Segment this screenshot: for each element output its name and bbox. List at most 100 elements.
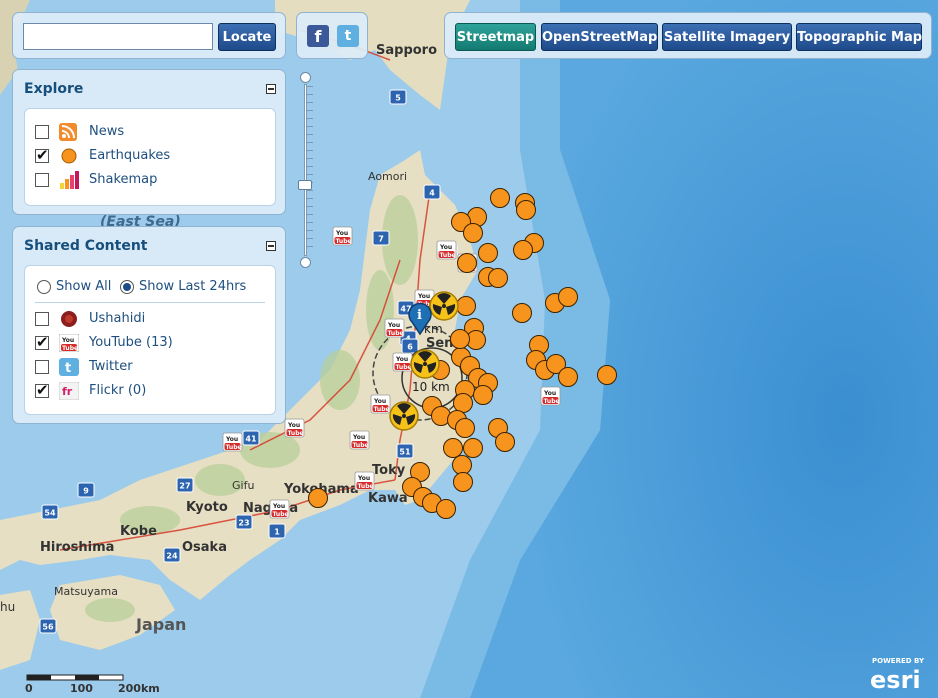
youtube-marker-icon[interactable]: YouTube: [284, 418, 305, 438]
youtube-marker-icon[interactable]: YouTube: [384, 318, 405, 338]
youtube-icon: YouTube: [59, 334, 79, 352]
flickr-checkbox[interactable]: [35, 381, 49, 399]
twitter-checkbox[interactable]: [35, 360, 49, 374]
earthquake-marker[interactable]: [488, 268, 508, 288]
svg-text:You: You: [373, 398, 386, 405]
svg-text:You: You: [225, 436, 238, 443]
earthquake-marker[interactable]: [463, 223, 483, 243]
earthquake-marker[interactable]: [452, 455, 472, 475]
earthquake-marker[interactable]: [558, 367, 578, 387]
earthquake-marker[interactable]: [473, 385, 493, 405]
earthquake-marker[interactable]: [478, 243, 498, 263]
explore-collapse-button[interactable]: [266, 84, 276, 94]
earthquake-marker[interactable]: [457, 253, 477, 273]
youtube-marker-icon[interactable]: YouTube: [392, 352, 413, 372]
earthquake-marker[interactable]: [558, 287, 578, 307]
svg-text:Tube: Tube: [336, 238, 352, 245]
flickr-label: Flickr (0): [89, 383, 147, 398]
explore-panel: Explore News Earthquakes Shakemap: [12, 69, 286, 215]
basemap-streetmap-button[interactable]: Streetmap: [455, 23, 536, 51]
nuclear-icon[interactable]: [410, 349, 440, 379]
svg-text:6: 6: [407, 343, 413, 352]
route-shield-icon: 27: [176, 477, 194, 493]
youtube-marker-icon[interactable]: YouTube: [370, 394, 391, 414]
youtube-marker-icon[interactable]: YouTube: [332, 226, 353, 246]
locate-button[interactable]: Locate: [218, 23, 276, 51]
twitter-label: Twitter: [89, 359, 133, 374]
earthquake-dot-icon: [61, 148, 77, 164]
ushahidi-checkbox[interactable]: [35, 312, 49, 326]
nuclear-icon[interactable]: [429, 291, 459, 321]
earthquake-marker[interactable]: [453, 393, 473, 413]
youtube-checkbox[interactable]: [35, 333, 49, 351]
zoom-slider[interactable]: [298, 72, 314, 268]
rss-icon: [59, 123, 77, 141]
scale-tick-100: 100: [70, 682, 93, 695]
earthquake-marker[interactable]: [597, 365, 617, 385]
youtube-marker-icon[interactable]: YouTube: [222, 432, 243, 452]
route-shield-icon: 41: [242, 430, 260, 446]
youtube-marker-icon[interactable]: YouTube: [354, 471, 375, 491]
svg-text:You: You: [395, 356, 408, 363]
svg-text:Tube: Tube: [388, 330, 404, 337]
esri-logo[interactable]: POWERED BY esri: [870, 657, 925, 694]
earthquake-marker[interactable]: [513, 240, 533, 260]
earthquake-marker[interactable]: [495, 432, 515, 452]
svg-text:1: 1: [274, 528, 280, 537]
earthquake-marker[interactable]: [455, 418, 475, 438]
youtube-marker-icon[interactable]: YouTube: [349, 430, 370, 450]
earthquake-marker[interactable]: [490, 188, 510, 208]
svg-text:Tube: Tube: [440, 252, 456, 259]
search-panel: Locate: [12, 12, 286, 59]
basemap-openstreetmap-button[interactable]: OpenStreetMap: [541, 23, 658, 51]
earthquake-marker[interactable]: [443, 438, 463, 458]
esri-brand: esri: [870, 666, 921, 694]
route-shield-icon: 24: [163, 547, 181, 563]
svg-text:7: 7: [378, 235, 384, 244]
basemap-satellite-button[interactable]: Satellite Imagery: [662, 23, 792, 51]
svg-text:Tube: Tube: [353, 442, 369, 449]
route-shield-icon: 1: [268, 523, 286, 539]
facebook-icon[interactable]: f: [307, 25, 329, 47]
ring-label-inner: 10 km: [412, 380, 450, 394]
scale-tick-0: 0: [25, 682, 33, 695]
twitter-icon[interactable]: t: [337, 25, 359, 47]
nuclear-icon[interactable]: [389, 401, 419, 431]
label-kobe: Kobe: [120, 524, 157, 539]
youtube-marker-icon[interactable]: YouTube: [540, 386, 561, 406]
earthquake-marker[interactable]: [436, 499, 456, 519]
search-input[interactable]: [23, 23, 213, 50]
svg-text:5: 5: [395, 94, 401, 103]
svg-text:You: You: [357, 475, 370, 482]
shakemap-checkbox[interactable]: [35, 173, 49, 187]
shared-collapse-button[interactable]: [266, 241, 276, 251]
news-checkbox[interactable]: [35, 125, 49, 139]
earthquake-marker[interactable]: [463, 438, 483, 458]
earthquake-marker[interactable]: [512, 303, 532, 323]
zoom-thumb[interactable]: [298, 180, 312, 190]
svg-text:Tube: Tube: [544, 398, 560, 405]
youtube-marker-icon[interactable]: YouTube: [269, 499, 290, 519]
earthquake-marker[interactable]: [456, 296, 476, 316]
basemap-topographic-button[interactable]: Topographic Map: [796, 23, 922, 51]
earthquake-marker[interactable]: [453, 472, 473, 492]
route-shield-icon: 56: [39, 618, 57, 634]
zoom-ticks: [307, 86, 313, 254]
label-sapporo: Sapporo: [376, 43, 437, 58]
shared-content-panel: Shared Content Show All Show Last 24hrs …: [12, 226, 286, 424]
show-all-radio[interactable]: [37, 280, 51, 294]
earthquakes-checkbox[interactable]: [35, 146, 49, 164]
svg-text:9: 9: [83, 487, 89, 496]
earthquake-marker[interactable]: [450, 329, 470, 349]
youtube-marker-icon[interactable]: YouTube: [436, 240, 457, 260]
show-last-24hrs-radio[interactable]: [120, 280, 134, 294]
svg-text:You: You: [352, 434, 365, 441]
earthquake-marker[interactable]: [516, 200, 536, 220]
zoom-out-button[interactable]: [300, 257, 311, 268]
svg-text:Tube: Tube: [273, 511, 289, 518]
basemap-panel: Streetmap OpenStreetMap Satellite Imager…: [444, 12, 932, 59]
zoom-in-button[interactable]: [300, 72, 311, 83]
earthquake-marker[interactable]: [308, 488, 328, 508]
svg-text:41: 41: [245, 435, 257, 444]
route-shield-icon: 54: [41, 504, 59, 520]
